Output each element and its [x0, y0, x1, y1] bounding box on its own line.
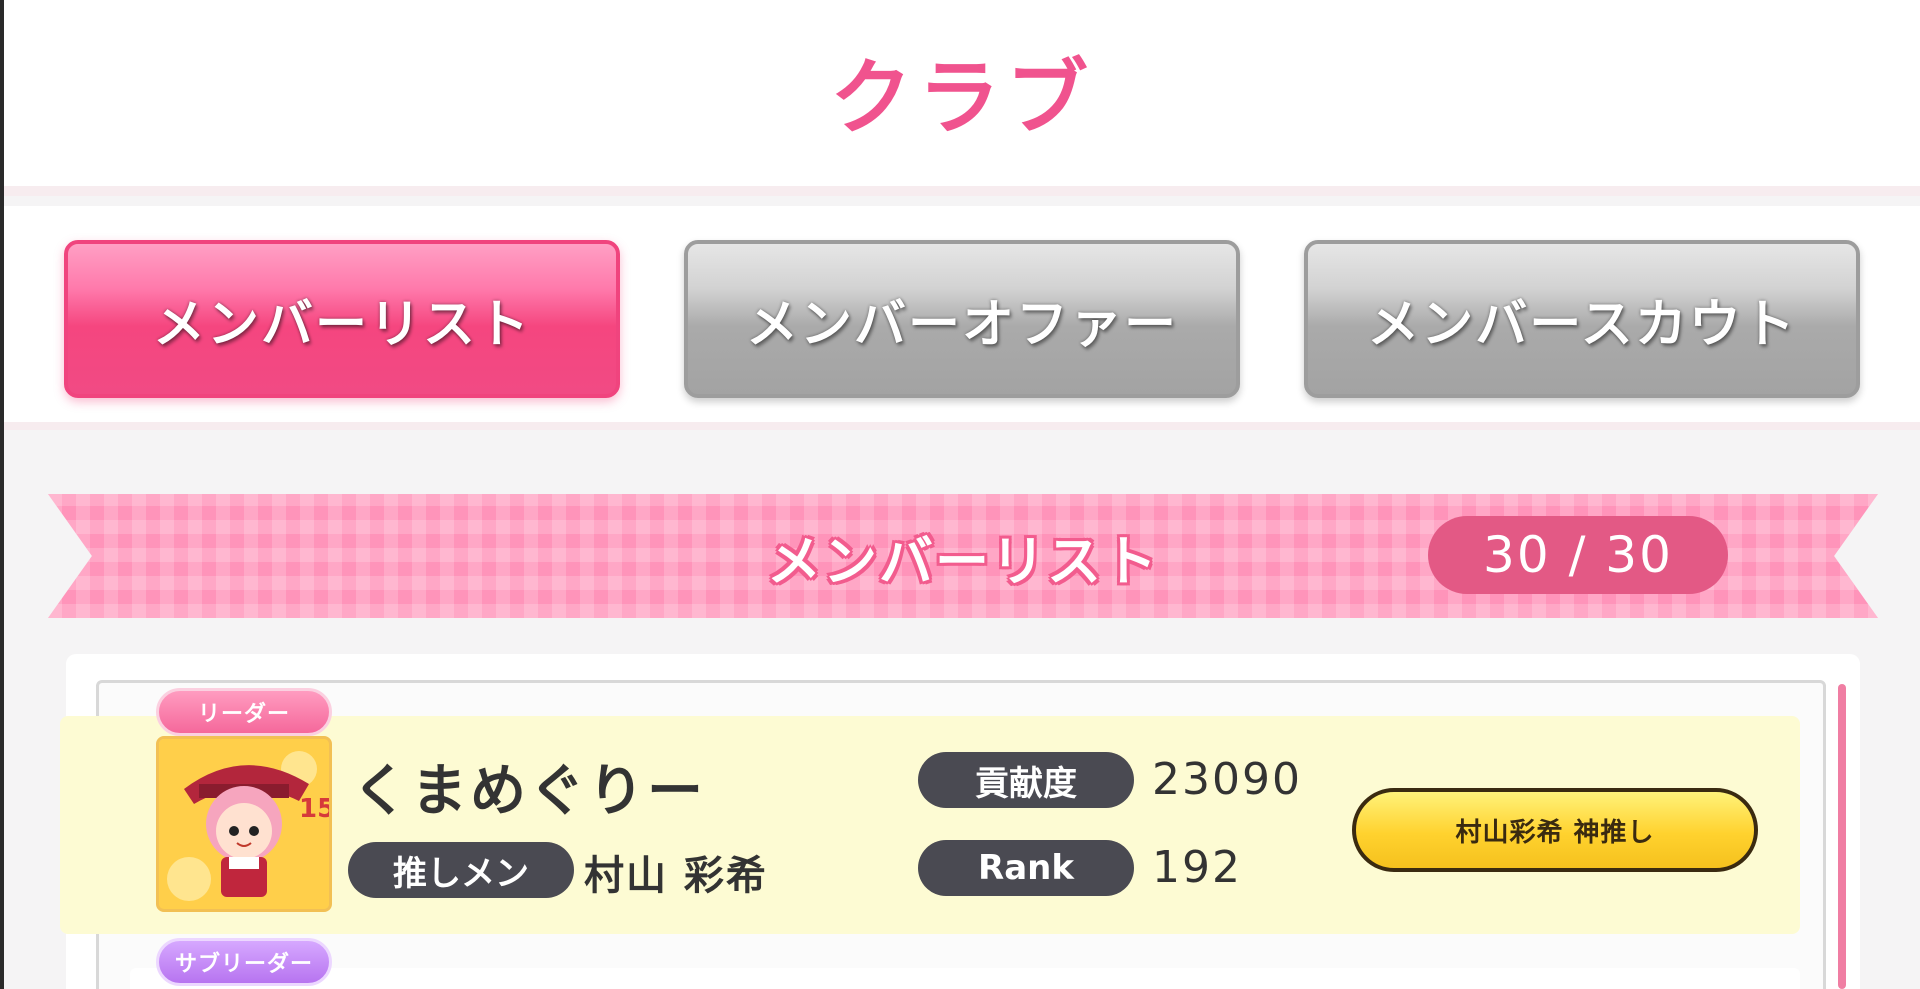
leader-badge: リーダー [156, 688, 332, 736]
oshi-level-badge: 村山彩希 神推し [1352, 788, 1758, 872]
scrollbar[interactable] [1838, 684, 1846, 989]
rank-value: 192 [1152, 842, 1242, 893]
member-row-next[interactable] [130, 968, 1800, 989]
tab-member-offer[interactable]: メンバーオファー [684, 240, 1240, 398]
subleader-badge: サブリーダー [156, 938, 332, 986]
oshi-member-name: 村山 彩希 [584, 853, 768, 899]
member-name: くまめぐりー [352, 759, 706, 824]
contribution-value: 23090 [1152, 754, 1302, 805]
list-header-title: メンバーリスト [767, 529, 1159, 593]
rank-label: Rank [918, 840, 1134, 896]
page-header: クラブ [4, 0, 1920, 196]
member-count-badge: 30 / 30 [1428, 516, 1728, 594]
tab-bar: メンバーリスト メンバーオファー メンバースカウト [4, 206, 1920, 430]
svg-text:15: 15 [299, 794, 329, 824]
member-avatar-icon[interactable]: 15 [156, 736, 332, 912]
oshi-label: 推しメン [348, 842, 574, 898]
list-header-ribbon: メンバーリスト 30 / 30 [48, 494, 1878, 618]
page-title: クラブ [829, 50, 1094, 146]
tab-member-list[interactable]: メンバーリスト [64, 240, 620, 398]
tab-member-scout[interactable]: メンバースカウト [1304, 240, 1860, 398]
contribution-label: 貢献度 [918, 752, 1134, 808]
